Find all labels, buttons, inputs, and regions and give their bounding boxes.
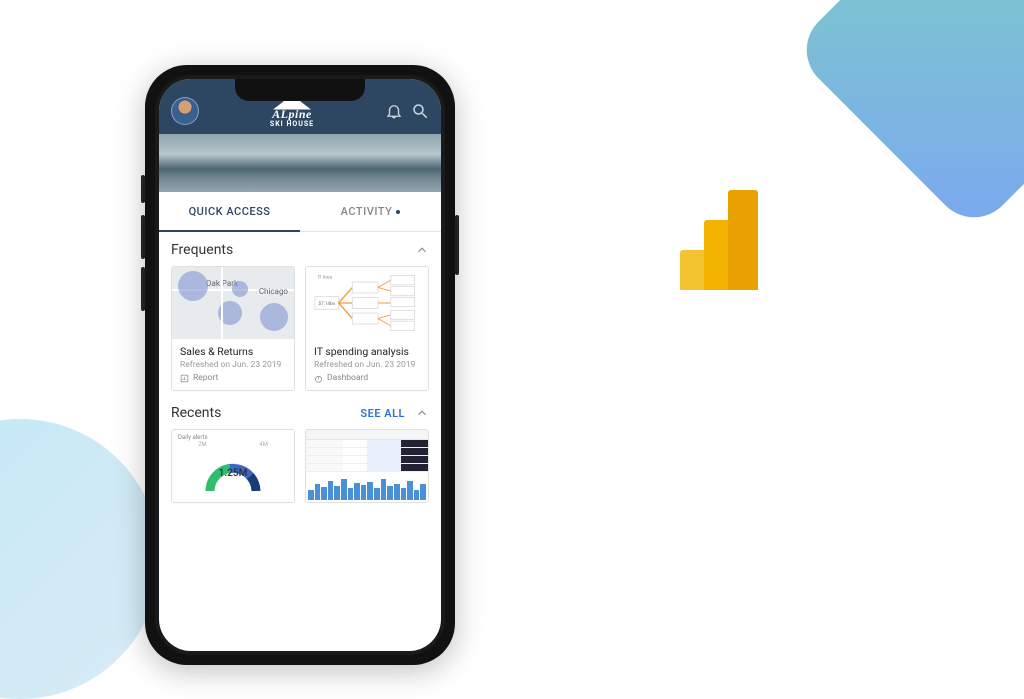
- activity-indicator-dot: [396, 210, 400, 214]
- section-header: Frequents: [171, 242, 429, 258]
- svg-text:IT Area: IT Area: [318, 274, 333, 280]
- mountain-banner-image: [159, 134, 441, 192]
- search-icon[interactable]: [411, 102, 429, 120]
- background-gradient-top-right: [790, 0, 1024, 234]
- card-title: IT spending analysis: [314, 345, 420, 358]
- card-refreshed: Refreshed on Jun. 23 2019: [314, 360, 420, 370]
- table-preview: [306, 430, 428, 502]
- section-frequents: Frequents Oak Park Chicago: [159, 232, 441, 395]
- cards-row: Oak Park Chicago Sales & Returns Refresh…: [171, 266, 429, 391]
- phone-notch: [235, 79, 365, 101]
- avatar[interactable]: [171, 97, 199, 125]
- card-type: Report: [180, 373, 286, 383]
- card-preview: Daily alerts 2M 4M: [172, 430, 294, 502]
- tabs: QUICK ACCESS ACTIVITY: [159, 192, 441, 232]
- map-text: Chicago: [259, 287, 288, 296]
- card-it-spending[interactable]: IT Area $7.14bn: [305, 266, 429, 391]
- donut-center-value: 1.25M: [219, 468, 248, 479]
- card-preview: [306, 430, 428, 502]
- background-gradient-bottom-left: [0, 419, 160, 699]
- donut-label: Daily alerts: [178, 434, 288, 441]
- power-bi-icon: [680, 190, 770, 290]
- phone-mockup: ALpine SKI HOUSE QUICK ACCESS ACTIVITY: [145, 65, 455, 665]
- tab-activity[interactable]: ACTIVITY: [300, 192, 441, 231]
- section-recents: Recents SEE ALL Daily alerts 2M 4M: [159, 395, 441, 507]
- section-title: Frequents: [171, 242, 233, 258]
- chevron-up-icon[interactable]: [415, 406, 429, 420]
- tab-label: QUICK ACCESS: [189, 205, 271, 218]
- tree-preview: IT Area $7.14bn: [306, 267, 428, 339]
- report-icon: [180, 374, 189, 383]
- donut-preview: Daily alerts 2M 4M: [172, 430, 294, 502]
- card-daily-alerts[interactable]: Daily alerts 2M 4M: [171, 429, 295, 503]
- tab-quick-access[interactable]: QUICK ACCESS: [159, 192, 300, 231]
- cards-row: Daily alerts 2M 4M: [171, 429, 429, 503]
- card-preview: Oak Park Chicago: [172, 267, 294, 339]
- card-refreshed: Refreshed on Jun. 23 2019: [180, 360, 286, 370]
- card-dashboard-table[interactable]: [305, 429, 429, 503]
- section-header: Recents SEE ALL: [171, 405, 429, 421]
- card-sales-returns[interactable]: Oak Park Chicago Sales & Returns Refresh…: [171, 266, 295, 391]
- tab-label: ACTIVITY: [341, 205, 393, 218]
- bell-icon[interactable]: [385, 102, 403, 120]
- card-type: Dashboard: [314, 373, 420, 383]
- brand-subtitle: SKI HOUSE: [270, 120, 314, 128]
- card-title: Sales & Returns: [180, 345, 286, 358]
- dashboard-icon: [314, 374, 323, 383]
- card-preview: IT Area $7.14bn: [306, 267, 428, 339]
- chevron-up-icon[interactable]: [415, 243, 429, 257]
- phone-screen: ALpine SKI HOUSE QUICK ACCESS ACTIVITY: [159, 79, 441, 651]
- map-preview: Oak Park Chicago: [172, 267, 294, 339]
- see-all-link[interactable]: SEE ALL: [360, 407, 405, 420]
- section-title: Recents: [171, 405, 221, 421]
